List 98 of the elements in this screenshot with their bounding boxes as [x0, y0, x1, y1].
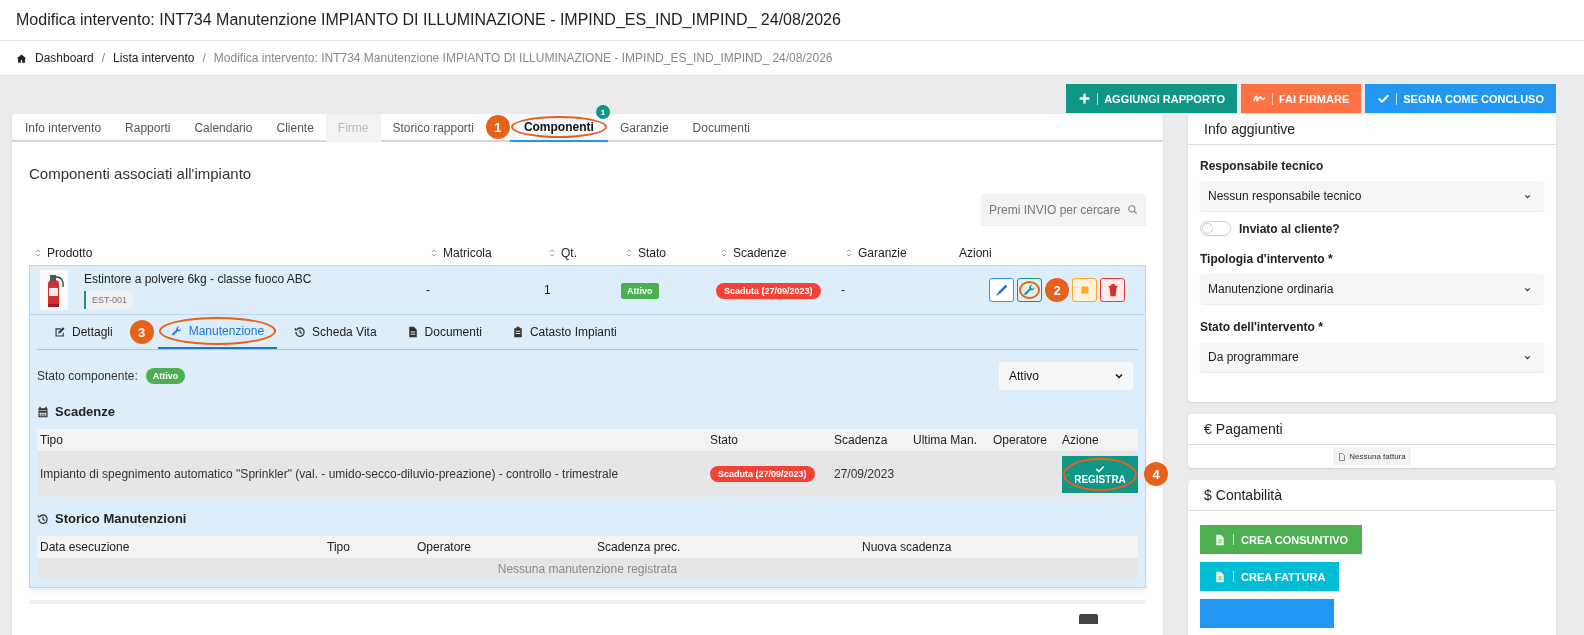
- step-badge: 3: [129, 320, 154, 344]
- status-badge: Scaduta (27/09/2023): [710, 466, 815, 482]
- table-cell-text: 1: [544, 283, 552, 297]
- field-label: Stato dell'intervento *: [1200, 320, 1324, 334]
- tab[interactable]: Documenti: [393, 315, 495, 349]
- card-title: Contabilità: [1215, 487, 1282, 503]
- tab[interactable]: Storico rapporti: [380, 114, 486, 142]
- delete-button[interactable]: [1100, 278, 1125, 302]
- table-cell-text: -: [841, 283, 846, 297]
- add-report-button[interactable]: AGGIUNGI RAPPORTO: [1066, 84, 1237, 113]
- sheet-icon: [1214, 533, 1226, 546]
- search-icon: [1127, 204, 1138, 215]
- tab[interactable]: Cliente: [264, 114, 326, 142]
- card-title: Pagamenti: [1215, 421, 1283, 437]
- column-header: Scadenza prec.: [594, 536, 859, 558]
- pen-icon: [994, 283, 1009, 297]
- tab[interactable]: Scheda Vita: [281, 315, 390, 349]
- field-label: Inviato al cliente?: [1239, 221, 1340, 236]
- tab[interactable]: Componenti: [509, 114, 608, 142]
- field-label: Stato componente:: [37, 369, 138, 383]
- empty-message: Nessuna manutenzione registrata: [37, 558, 1138, 579]
- clipboard-icon: [511, 326, 524, 338]
- toggle-switch[interactable]: [1200, 221, 1231, 236]
- column-header: Operatore: [990, 429, 1059, 451]
- tab[interactable]: Calendario: [182, 114, 265, 142]
- page-title: Modifica intervento: INT734 Manutenzione IMPIANTO DI ILLUMINAZIONE - IMPIND_ES_IND_IMPIND_ 24/08/2026: [16, 11, 841, 29]
- tab[interactable]: Manutenzione: [157, 315, 278, 349]
- register-button[interactable]: REGISTRA: [1062, 455, 1138, 493]
- column-header: Scadenza: [831, 429, 910, 451]
- button[interactable]: [1200, 599, 1334, 628]
- card-title: Info aggiuntive: [1204, 121, 1296, 137]
- status-badge: Attivo: [621, 282, 659, 299]
- tab[interactable]: Catasto Impianti: [498, 315, 630, 349]
- product-code: EST-001: [84, 290, 134, 309]
- plus-icon: [1078, 92, 1092, 105]
- dollar-icon: $: [1204, 487, 1212, 503]
- tab[interactable]: Info intervento: [13, 114, 114, 142]
- count-badge: 1: [595, 105, 610, 119]
- breadcrumb-separator: /: [202, 51, 206, 65]
- search-field[interactable]: Premi INVIO per cercare: [981, 194, 1146, 225]
- maintenance-button[interactable]: [1017, 278, 1042, 302]
- column-header: Operatore: [414, 536, 594, 558]
- tab[interactable]: Rapporti: [113, 114, 183, 142]
- history-icon: [294, 326, 307, 338]
- calendar-icon: [37, 405, 49, 418]
- column-header: Stato: [707, 429, 831, 451]
- step-badge: 1: [485, 115, 510, 139]
- table-cell: 27/09/2023: [831, 451, 910, 497]
- sheet-icon: [1214, 570, 1226, 583]
- product-name: Estintore a polvere 6kg - classe fuoco ABC: [84, 271, 312, 286]
- history-icon: [37, 512, 49, 525]
- select-field[interactable]: Da programmare: [1200, 342, 1544, 372]
- select-field[interactable]: Nessun responsabile tecnico: [1200, 181, 1544, 211]
- select-field[interactable]: Manutenzione ordinaria: [1200, 274, 1544, 304]
- status-badge: Scaduta (27/09/2023): [716, 282, 821, 299]
- column-header: Tipo: [324, 536, 414, 558]
- breadcrumb-link[interactable]: Dashboard: [35, 51, 94, 65]
- column-header: Azione: [1059, 429, 1138, 451]
- section-title: Componenti associati all'impianto: [29, 165, 253, 182]
- column-header: Nuova scadenza: [859, 536, 1138, 558]
- column-header: Azioni: [959, 246, 992, 260]
- euro-icon: €: [1204, 421, 1212, 437]
- document-icon: [1338, 452, 1347, 461]
- column-header: Scadenze: [733, 246, 787, 260]
- edit-button[interactable]: [989, 278, 1014, 302]
- tab[interactable]: Dettagli: [41, 315, 126, 349]
- status-badge: Attivo: [145, 368, 186, 384]
- breadcrumb-current: Modifica intervento: INT734 Manutenzione IMPIANTO DI ILLUMINAZIONE - IMPIND_ES_IND_IMPIND_ 24/08/2026: [213, 51, 833, 65]
- table-cell-text: -: [426, 283, 431, 297]
- field-label: Responsabile tecnico: [1200, 159, 1325, 173]
- column-header: Stato: [638, 246, 667, 260]
- breadcrumb-separator: /: [101, 51, 106, 65]
- section-heading: Storico Manutenzioni: [55, 511, 187, 526]
- check-icon: [1095, 463, 1105, 474]
- step-badge: 4: [1144, 462, 1168, 486]
- check-icon: [1377, 92, 1391, 105]
- tab[interactable]: Garanzie: [607, 114, 681, 142]
- column-header: Qt.: [561, 246, 577, 260]
- empty-badge: Nessuna fattura: [1333, 448, 1411, 465]
- status-select[interactable]: Attivo: [999, 362, 1133, 390]
- product-row[interactable]: Estintore a polvere 6kg - classe fuoco ABC EST-001 - 1 Attivo Scaduta (27/09/2023) - 2: [29, 265, 1146, 315]
- breadcrumb-link[interactable]: Lista intervento: [113, 51, 195, 65]
- pagination-button[interactable]: [1079, 614, 1098, 624]
- table-cell: Impianto di spegnimento automatico "Sprinkler" (val. - umido-secco-diluvio-preazione) - controllo - trimestrale: [37, 451, 707, 497]
- column-header: Matricola: [443, 246, 492, 260]
- field-label: Tipologia d'intervento *: [1200, 252, 1334, 266]
- tab[interactable]: Documenti: [680, 114, 762, 142]
- column-header: Tipo: [37, 429, 707, 451]
- wrench-icon: [170, 325, 183, 337]
- column-header: Ultima Man.: [910, 429, 990, 451]
- document-icon: [406, 326, 419, 338]
- column-header: Data esecuzione: [37, 536, 324, 558]
- column-header: Prodotto: [47, 246, 93, 260]
- step-badge: 2: [1045, 278, 1069, 302]
- column-header: Garanzie: [858, 246, 907, 260]
- section-heading: Scadenze: [55, 404, 115, 419]
- home-icon: [16, 52, 27, 64]
- edit-icon: [54, 326, 66, 338]
